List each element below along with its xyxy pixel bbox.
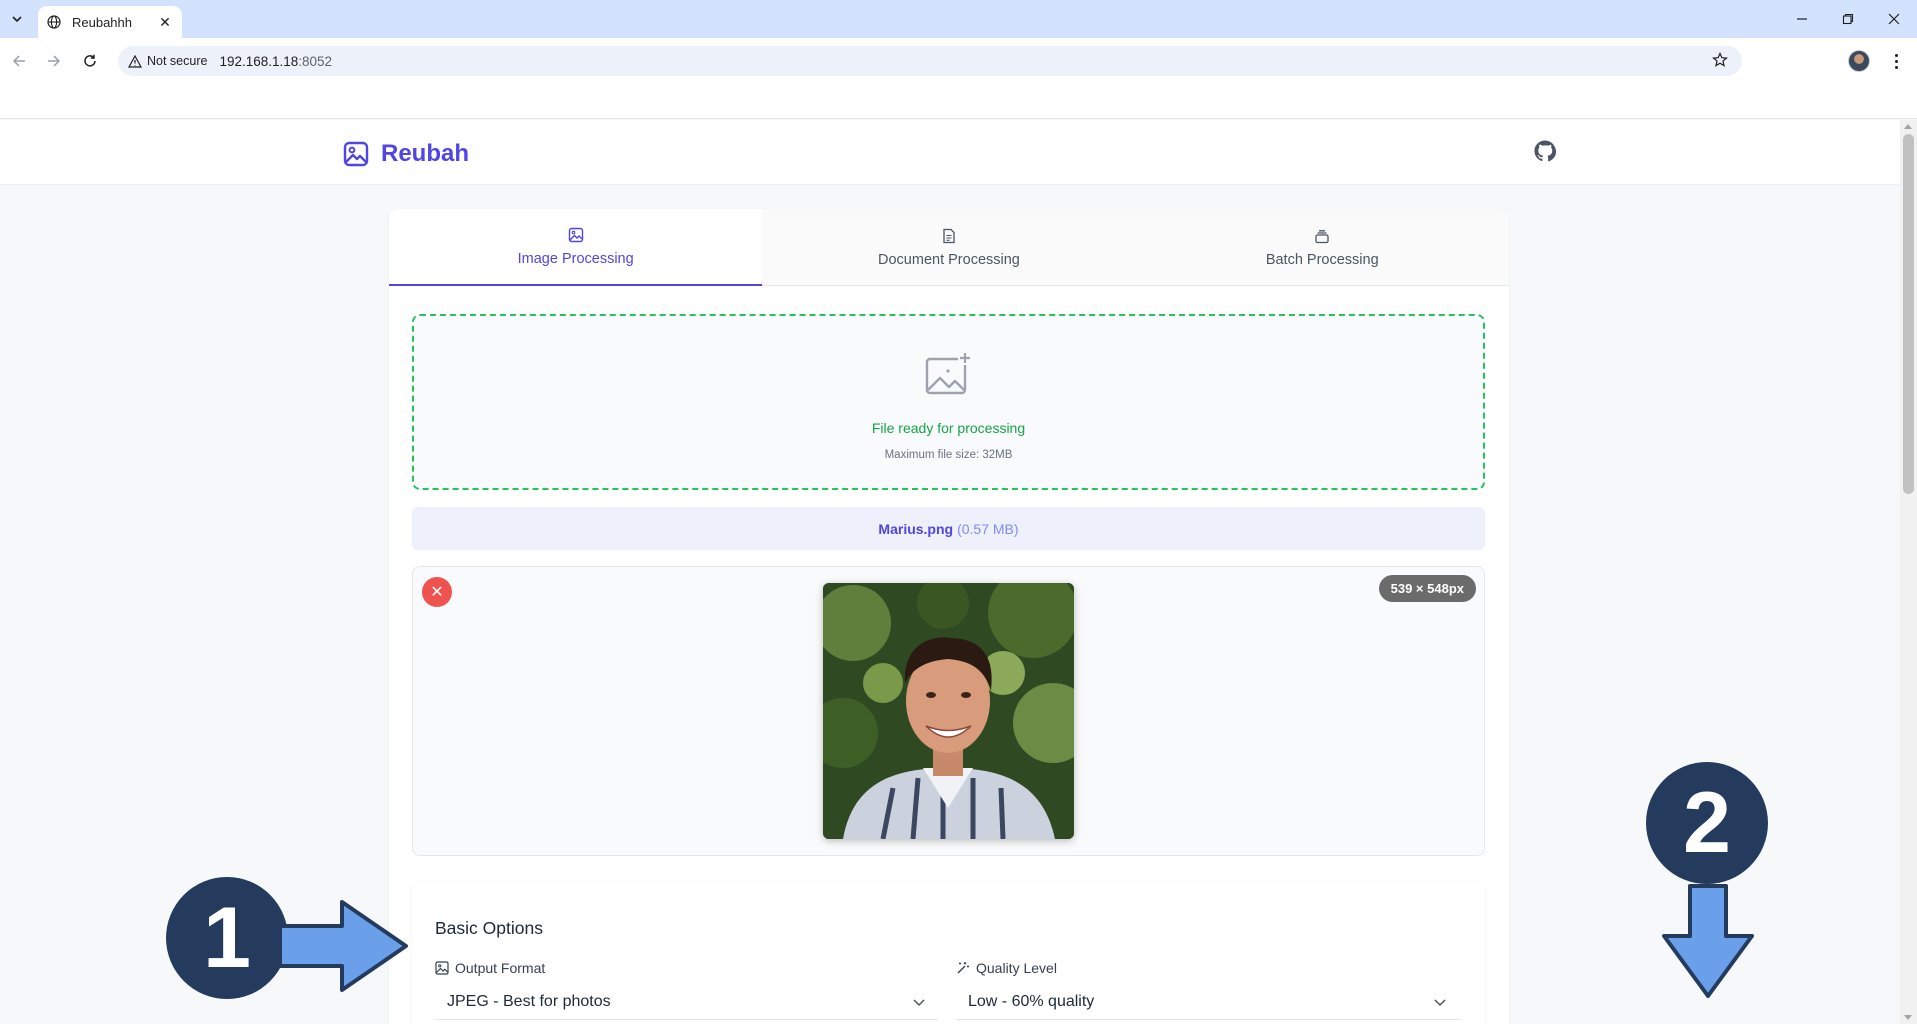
- arrow-right-icon: [278, 900, 408, 992]
- close-window-button[interactable]: [1871, 0, 1917, 38]
- scroll-thumb[interactable]: [1903, 134, 1914, 494]
- dropzone-limit: Maximum file size: 32MB: [884, 449, 1013, 461]
- security-chip[interactable]: Not secure: [128, 54, 217, 68]
- security-label: Not secure: [147, 54, 208, 68]
- output-format-select[interactable]: JPEG - Best for photos: [435, 984, 938, 1020]
- step-badge-2: 2: [1646, 762, 1768, 884]
- browser-toolbar: Not secure 192.168.1.18:8052: [0, 38, 1917, 84]
- magic-wand-icon: [957, 962, 969, 974]
- tab-label: Batch Processing: [1265, 251, 1379, 268]
- quality-level-value: Low - 60% quality: [968, 992, 1095, 1010]
- bookmark-star-button[interactable]: [1712, 52, 1728, 73]
- tab-title: Reubahhh: [72, 14, 132, 30]
- arrow-down-icon: [1662, 884, 1754, 998]
- dimensions-badge: 539 × 548px: [1378, 575, 1476, 602]
- restore-button[interactable]: [1825, 0, 1871, 38]
- file-size: (0.57 MB): [957, 520, 1019, 537]
- github-link[interactable]: [1534, 140, 1557, 162]
- brand-logo-link[interactable]: Reubah: [343, 140, 469, 168]
- scroll-up-arrow[interactable]: [1904, 124, 1912, 129]
- back-arrow-icon: [12, 55, 25, 67]
- selected-file-bar: Marius.png (0.57 MB): [412, 507, 1485, 550]
- tab-search-button[interactable]: [4, 6, 30, 32]
- basic-options-panel: Basic Options Output Format JPEG - Best …: [412, 882, 1485, 1024]
- app-header: Reubah: [0, 120, 1900, 185]
- tab-document-processing[interactable]: Document Processing: [762, 209, 1135, 286]
- profile-avatar[interactable]: [1848, 50, 1870, 72]
- output-format-label-text: Output Format: [455, 960, 546, 976]
- quality-level-label: Quality Level: [956, 960, 1057, 976]
- chevron-down-icon: [12, 16, 22, 23]
- file-name: Marius.png: [878, 520, 954, 537]
- output-format-value: JPEG - Best for photos: [447, 992, 611, 1010]
- back-button[interactable]: [5, 47, 33, 75]
- step-badge-1: 1: [166, 877, 288, 999]
- file-dropzone[interactable]: File ready for processing Maximum file s…: [412, 314, 1485, 490]
- page-top-spacer: [0, 84, 1917, 119]
- url-port: :8052: [298, 53, 333, 69]
- image-add-icon: [925, 351, 972, 395]
- address-bar[interactable]: Not secure 192.168.1.18:8052: [118, 46, 1742, 76]
- scroll-down-arrow[interactable]: [1904, 1015, 1912, 1020]
- quality-level-select[interactable]: Low - 60% quality: [956, 984, 1459, 1020]
- dropzone-status: File ready for processing: [871, 420, 1026, 436]
- preview-photo: [823, 583, 1074, 839]
- github-icon: [1534, 140, 1557, 162]
- quality-level-label-text: Quality Level: [976, 960, 1057, 976]
- restore-icon: [1842, 13, 1854, 25]
- image-logo-icon: [343, 141, 369, 167]
- reload-icon: [84, 54, 96, 67]
- output-format-label: Output Format: [435, 960, 545, 976]
- image-icon: [568, 227, 583, 242]
- tab-close-icon[interactable]: ✕: [156, 14, 174, 31]
- reload-button[interactable]: [76, 47, 104, 75]
- tab-label: Document Processing: [878, 251, 1020, 268]
- remove-file-button[interactable]: ✕: [422, 577, 452, 607]
- document-icon: [943, 228, 955, 243]
- page-scrollbar[interactable]: [1900, 120, 1917, 1024]
- main-card: Image Processing Document Processing Bat…: [389, 209, 1509, 1024]
- image-icon: [435, 961, 449, 975]
- forward-button[interactable]: [40, 47, 68, 75]
- minimize-icon: [1797, 18, 1807, 20]
- browser-tabstrip: Reubahhh ✕: [0, 0, 1917, 38]
- minimize-button[interactable]: [1779, 0, 1825, 38]
- star-icon: [1712, 52, 1728, 67]
- tab-label: Image Processing: [517, 250, 634, 267]
- tab-image-processing[interactable]: Image Processing: [389, 209, 763, 286]
- forward-arrow-icon: [48, 55, 61, 67]
- browser-menu-button[interactable]: [1884, 49, 1908, 73]
- options-title: Basic Options: [435, 918, 543, 938]
- brand-name: Reubah: [381, 140, 470, 167]
- tab-batch-processing[interactable]: Batch Processing: [1136, 209, 1509, 286]
- url-host: 192.168.1.18: [219, 53, 299, 69]
- window-controls: [1779, 0, 1917, 38]
- globe-icon: [46, 14, 62, 30]
- chevron-down-icon: [913, 998, 925, 1006]
- processing-tabs: Image Processing Document Processing Bat…: [389, 209, 1509, 286]
- close-icon: [1888, 13, 1900, 25]
- browser-tab[interactable]: Reubahhh ✕: [38, 6, 182, 38]
- chevron-down-icon: [1434, 998, 1446, 1006]
- close-icon: ✕: [430, 584, 444, 601]
- warning-triangle-icon: [128, 54, 142, 68]
- batch-icon: [1315, 229, 1329, 243]
- image-preview: ✕ 539 × 548px: [412, 566, 1485, 856]
